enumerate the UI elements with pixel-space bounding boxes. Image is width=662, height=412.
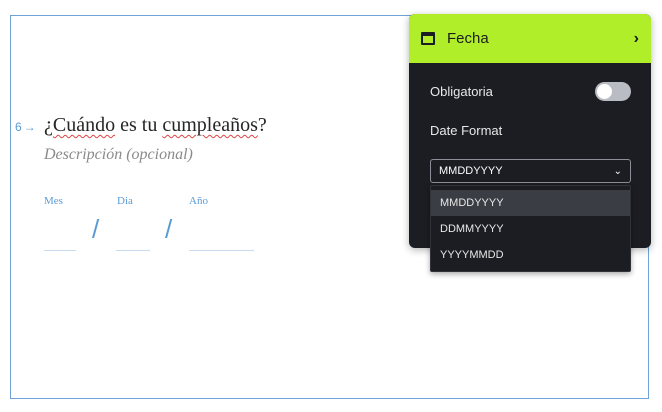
year-input[interactable] [189,250,254,251]
date-format-dropdown: MMDDYYYY DDMMYYYY YYYYMMDD [430,185,631,272]
format-option[interactable]: MMDDYYYY [431,190,630,216]
month-input[interactable] [44,250,76,251]
calendar-icon [421,32,435,45]
title-part: ¿ [44,114,53,136]
question-title[interactable]: ¿Cuándo es tu cumpleaños? [44,114,267,137]
chevron-right-icon[interactable]: › [634,30,639,48]
title-part: es tu [115,114,163,136]
format-option[interactable]: DDMMYYYY [431,216,630,242]
title-part: Cuándo [52,114,116,136]
format-option[interactable]: YYYYMMDD [431,242,630,268]
chevron-down-icon: ⌄ [613,165,622,177]
title-part: cumpleaños [162,114,258,136]
date-separator: / [165,214,173,244]
panel-title: Fecha [447,30,489,47]
month-label: Mes [44,195,63,207]
question-number: 6 → [15,120,36,134]
title-part: ? [257,114,267,136]
panel-header[interactable]: Fecha › [409,14,651,63]
day-label: Dia [117,195,133,207]
year-label: Año [189,195,208,207]
question-number-text: 6 [15,120,22,134]
selected-format: MMDDYYYY [439,165,503,177]
date-format-label: Date Format [430,123,503,138]
date-separator: / [92,214,100,244]
toggle-knob [597,84,612,99]
required-toggle[interactable] [595,82,631,101]
date-format-select[interactable]: MMDDYYYY ⌄ [430,159,631,183]
arrow-right-icon: → [23,120,36,134]
day-input[interactable] [116,250,150,251]
question-description[interactable]: Descripción (opcional) [44,146,193,164]
required-label: Obligatoria [430,84,493,99]
